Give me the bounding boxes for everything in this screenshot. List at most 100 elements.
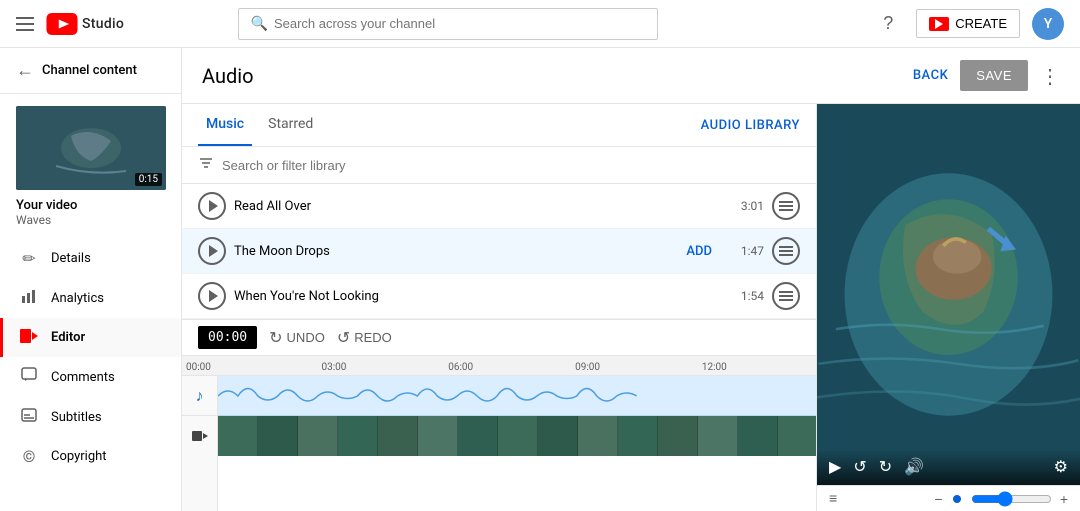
video-frame-cell (258, 416, 298, 456)
video-thumbnail-wrapper: 0:15 (0, 94, 181, 198)
filter-icon (198, 155, 214, 175)
video-frame-cell (578, 416, 618, 456)
track-area: ♪ (182, 376, 816, 511)
audio-track-row[interactable] (218, 376, 816, 416)
comments-icon (19, 367, 39, 387)
track-duration: 3:01 (728, 199, 764, 213)
sidebar-item-label: Editor (51, 330, 85, 345)
track-duration: 1:54 (728, 289, 764, 303)
video-subtitle: Waves (16, 213, 165, 227)
video-track-row[interactable]: // Generate video strip cells inline doc… (218, 416, 816, 456)
timeline-ruler: 00:00 03:00 06:00 09:00 12:00 (182, 356, 816, 376)
play-button-3[interactable] (198, 282, 226, 310)
preview-panel: ▶ ↺ ↻ 🔊 ⚙ ≡ − + (817, 104, 1080, 511)
sidebar-item-subtitles[interactable]: Subtitles (0, 397, 181, 437)
video-title: Your video (16, 198, 165, 213)
sidebar-item-label: Subtitles (51, 410, 102, 425)
pencil-icon: ✏ (19, 249, 39, 268)
zoom-dot (953, 495, 961, 503)
track-more-button-3[interactable] (772, 282, 800, 310)
ruler-marker-4: 12:00 (702, 362, 727, 373)
sidebar-item-details[interactable]: ✏ Details (0, 239, 181, 278)
track-name: The Moon Drops (234, 244, 678, 259)
preview-controls: ▶ ↺ ↻ 🔊 ⚙ (817, 449, 1080, 485)
back-button[interactable]: BACK (913, 68, 948, 83)
time-display: 00:00 (198, 326, 257, 349)
studio-label: Studio (82, 16, 124, 32)
add-track-button[interactable]: ADD (686, 244, 712, 259)
rewind-button[interactable]: ↺ (853, 457, 866, 477)
help-button[interactable]: ? (872, 8, 904, 40)
main-layout: ← Channel content 0:15 Your video Waves … (0, 48, 1080, 511)
editor-icon (19, 328, 39, 347)
sidebar-item-label: Comments (51, 370, 115, 385)
audio-track-icon: ♪ (182, 376, 217, 416)
save-button[interactable]: SAVE (960, 60, 1028, 91)
yt-logo[interactable]: Studio (46, 13, 124, 35)
menu-button[interactable] (16, 17, 34, 31)
copyright-icon: © (19, 447, 39, 466)
sidebar-item-copyright[interactable]: © Copyright (0, 437, 181, 476)
play-button-1[interactable] (198, 192, 226, 220)
video-track-icon (182, 416, 217, 456)
channel-content-title: Channel content (42, 63, 137, 78)
redo-button[interactable]: ↺ REDO (337, 328, 392, 348)
video-frame-cell (778, 416, 816, 456)
video-preview: ▶ ↺ ↻ 🔊 ⚙ (817, 104, 1080, 485)
audio-panel-header: Audio BACK SAVE ⋮ (182, 48, 1080, 104)
tracks-content: // Generate video strip cells inline doc… (218, 376, 816, 511)
audio-library-link[interactable]: AUDIO LIBRARY (701, 118, 800, 133)
top-nav: Studio 🔍 ? CREATE Y (0, 0, 1080, 48)
library-search-input[interactable] (222, 158, 800, 173)
video-play-button[interactable]: ▶ (829, 457, 841, 477)
zoom-out-button[interactable]: − (934, 491, 942, 507)
track-duration: 1:47 (728, 244, 764, 258)
more-options-button[interactable]: ⋮ (1040, 64, 1060, 88)
zoom-slider[interactable] (971, 491, 1052, 507)
content-area: Audio BACK SAVE ⋮ Music Starred AUDIO LI… (182, 48, 1080, 511)
play-button-2[interactable] (198, 237, 226, 265)
duration-badge: 0:15 (135, 173, 162, 186)
track-more-button-1[interactable] (772, 192, 800, 220)
forward-button[interactable]: ↻ (879, 457, 892, 477)
video-frame-cell (458, 416, 498, 456)
undo-button[interactable]: ↻ UNDO (269, 328, 325, 348)
tab-starred[interactable]: Starred (260, 104, 321, 146)
audio-title: Audio (202, 64, 254, 88)
timeline-toolbar: 00:00 ↻ UNDO ↺ REDO (182, 319, 816, 356)
video-info: Your video Waves (0, 198, 181, 239)
nav-items: ✏ Details Analytics Editor Comments (0, 239, 181, 511)
preview-video (817, 104, 1080, 485)
tab-music[interactable]: Music (198, 104, 252, 146)
subtitles-icon (19, 407, 39, 427)
search-bar: 🔍 (238, 8, 658, 40)
sidebar-item-editor[interactable]: Editor (0, 318, 181, 357)
track-name: When You're Not Looking (234, 289, 720, 304)
video-thumbnail[interactable]: 0:15 (16, 106, 166, 190)
video-frame-cell (618, 416, 658, 456)
sidebar-item-comments[interactable]: Comments (0, 357, 181, 397)
ruler-marker-2: 06:00 (448, 362, 473, 373)
track-name: Read All Over (234, 199, 720, 214)
track-more-button-2[interactable] (772, 237, 800, 265)
waveform-svg (218, 376, 816, 416)
video-frame-cell (498, 416, 538, 456)
video-frame-cell (698, 416, 738, 456)
settings-button[interactable]: ⚙ (1054, 457, 1068, 477)
library-panel: Music Starred AUDIO LIBRARY (182, 104, 817, 511)
audio-header-actions: BACK SAVE ⋮ (913, 60, 1060, 91)
search-input[interactable] (274, 16, 645, 31)
video-frame-cell (538, 416, 578, 456)
avatar[interactable]: Y (1032, 8, 1064, 40)
sidebar: ← Channel content 0:15 Your video Waves … (0, 48, 182, 511)
zoom-in-button[interactable]: + (1060, 491, 1068, 507)
video-frame-cell (298, 416, 338, 456)
hamburger-icon[interactable]: ≡ (829, 490, 837, 507)
create-icon (929, 17, 949, 31)
create-button[interactable]: CREATE (916, 9, 1020, 38)
sidebar-item-label: Analytics (51, 291, 104, 306)
back-arrow-icon[interactable]: ← (16, 60, 34, 81)
volume-button[interactable]: 🔊 (904, 457, 924, 477)
sidebar-item-analytics[interactable]: Analytics (0, 278, 181, 318)
channel-content-header: ← Channel content (0, 48, 181, 94)
